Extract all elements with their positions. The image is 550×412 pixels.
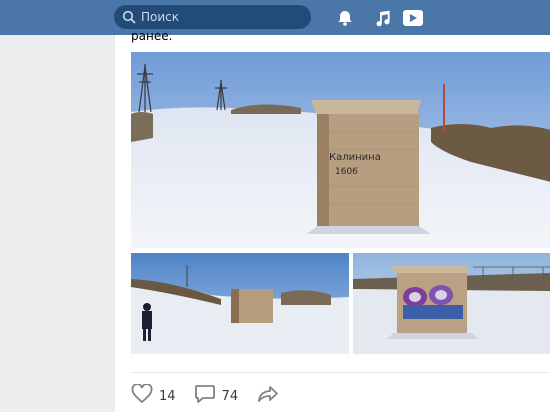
post-photo-2[interactable] [131, 253, 349, 354]
left-sidebar [0, 35, 114, 412]
video-icon[interactable] [402, 7, 424, 29]
comment-button[interactable]: 74 [194, 384, 239, 408]
search-input[interactable]: Поиск [141, 10, 179, 24]
comment-count: 74 [221, 388, 239, 404]
post-actions: 14 74 [131, 383, 298, 409]
like-count: 14 [159, 388, 176, 404]
share-icon [256, 384, 280, 408]
bell-icon[interactable] [334, 7, 356, 29]
post-divider [131, 372, 550, 373]
search-icon [117, 5, 141, 29]
comment-icon [194, 384, 216, 408]
graffiti-text: Калинина [329, 152, 381, 163]
wall-post: ранее. Калинина 1606 14 74 [114, 29, 550, 412]
music-icon[interactable] [372, 7, 394, 29]
post-text: ранее. [131, 29, 173, 43]
post-photo-3[interactable] [353, 253, 550, 354]
top-navigation-bar: Поиск [0, 0, 550, 35]
share-button[interactable] [256, 384, 280, 408]
heart-icon [131, 383, 153, 408]
like-button[interactable]: 14 [131, 383, 176, 408]
svg-text:1606: 1606 [335, 167, 358, 177]
search-box[interactable]: Поиск [114, 5, 311, 29]
post-photo-1[interactable]: Калинина 1606 [131, 52, 550, 248]
